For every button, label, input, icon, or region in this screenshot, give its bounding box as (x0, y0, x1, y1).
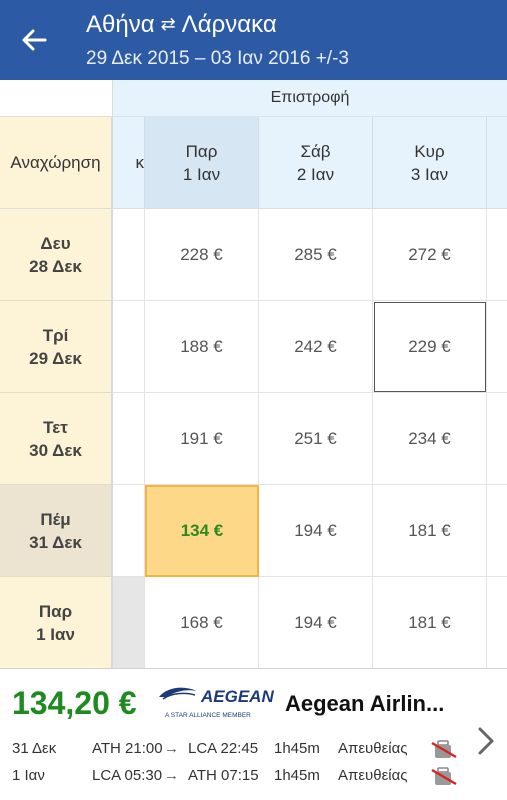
chevron-right-icon[interactable] (472, 721, 500, 761)
leg-arrival: ATH 07:15 (188, 767, 259, 784)
column-header[interactable]: Παρ 1 Ιαν (145, 117, 259, 209)
price-cell[interactable]: 181 € (373, 577, 487, 668)
leg-date: 1 Ιαν (12, 767, 45, 784)
leg-arrow: → (164, 767, 179, 784)
total-price: 134,20 € (12, 685, 137, 721)
price-cell[interactable]: 228 € (145, 209, 259, 301)
leg-departure: ATH 21:00 (92, 740, 163, 757)
price-cell-partial[interactable] (487, 393, 507, 485)
price-cell[interactable]: 251 € (259, 393, 373, 485)
leg-departure: LCA 05:30 (92, 767, 163, 784)
column-date: 3 Ιαν (410, 164, 449, 184)
destination-city: Λάρνακα (181, 11, 277, 38)
price-grid: Επιστροφή Αναχώρηση κ Παρ 1 Ιαν Σάβ 2 Ια… (0, 80, 507, 668)
travel-dates: 29 Δεκ 2015 – 03 Ιαν 2016 +/-3 (86, 48, 349, 69)
price-cell[interactable]: 285 € (259, 209, 373, 301)
column-day: Παρ (185, 141, 218, 161)
column-header-partial-right[interactable] (487, 117, 507, 209)
flight-summary-card[interactable]: 134,20 € AEGEAN A STAR ALLIANCE MEMBER A… (0, 668, 507, 800)
route-title: Αθήνα ⇄ Λάρνακα (86, 9, 277, 40)
row-header[interactable]: Παρ 1 Ιαν (0, 577, 113, 668)
leg-arrow: → (164, 740, 179, 757)
airline-name: Aegean Airlin... (285, 691, 445, 716)
return-header: Επιστροφή (113, 80, 507, 117)
no-baggage-icon (431, 740, 457, 759)
price-cell-partial[interactable] (113, 301, 145, 393)
price-cell-partial[interactable] (113, 485, 145, 577)
arrow-left-icon (22, 29, 47, 51)
price-cell[interactable]: 168 € (145, 577, 259, 668)
leg-stops: Απευθείας (338, 740, 408, 757)
departure-header: Αναχώρηση (0, 117, 113, 209)
price-cell-partial[interactable] (487, 577, 507, 668)
svg-text:A STAR ALLIANCE MEMBER: A STAR ALLIANCE MEMBER (165, 712, 251, 719)
price-cell-partial[interactable] (487, 485, 507, 577)
price-cell[interactable]: 272 € (373, 209, 487, 301)
column-day: Σάβ (300, 141, 331, 161)
price-cell-partial[interactable] (487, 301, 507, 393)
column-header[interactable]: Σάβ 2 Ιαν (259, 117, 373, 209)
price-cell[interactable]: 242 € (259, 301, 373, 393)
column-header[interactable]: Κυρ 3 Ιαν (373, 117, 487, 209)
row-header-selected[interactable]: Πέμ 31 Δεκ (0, 485, 113, 577)
row-header[interactable]: Τρί 29 Δεκ (0, 301, 113, 393)
price-cell-original-search[interactable]: 229 € (373, 301, 487, 393)
column-header-partial[interactable]: κ (113, 117, 145, 209)
leg-date: 31 Δεκ (12, 740, 57, 757)
price-cell-partial[interactable] (113, 209, 145, 301)
aegean-logo: AEGEAN A STAR ALLIANCE MEMBER (159, 687, 274, 719)
price-cell-cheapest[interactable]: 134 € (145, 485, 259, 577)
price-cell-unavailable (113, 577, 145, 668)
leg-stops: Απευθείας (338, 767, 408, 784)
price-cell-partial[interactable] (113, 393, 145, 485)
column-day: Κυρ (414, 141, 445, 161)
price-cell[interactable]: 181 € (373, 485, 487, 577)
origin-city: Αθήνα (86, 11, 155, 38)
leg-arrival: LCA 22:45 (188, 740, 259, 757)
price-cell[interactable]: 191 € (145, 393, 259, 485)
leg-duration: 1h45m (274, 740, 320, 757)
app-bar: Αθήνα ⇄ Λάρνακα 29 Δεκ 2015 – 03 Ιαν 2016 … (0, 0, 507, 80)
price-cell[interactable]: 188 € (145, 301, 259, 393)
grid-corner (0, 80, 113, 117)
app-root: Αθήνα ⇄ Λάρνακα 29 Δεκ 2015 – 03 Ιαν 2016 … (0, 0, 507, 800)
leg-duration: 1h45m (274, 767, 320, 784)
price-cell-partial[interactable] (487, 209, 507, 301)
price-cell[interactable]: 234 € (373, 393, 487, 485)
column-date: 2 Ιαν (296, 164, 335, 184)
svg-text:AEGEAN: AEGEAN (200, 687, 274, 706)
price-cell[interactable]: 194 € (259, 577, 373, 668)
back-button[interactable] (14, 20, 54, 60)
row-header[interactable]: Δευ 28 Δεκ (0, 209, 113, 301)
no-baggage-icon (431, 767, 457, 786)
swap-icon: ⇄ (160, 14, 176, 34)
price-cell[interactable]: 194 € (259, 485, 373, 577)
column-date: 1 Ιαν (182, 164, 221, 184)
row-header[interactable]: Τετ 30 Δεκ (0, 393, 113, 485)
